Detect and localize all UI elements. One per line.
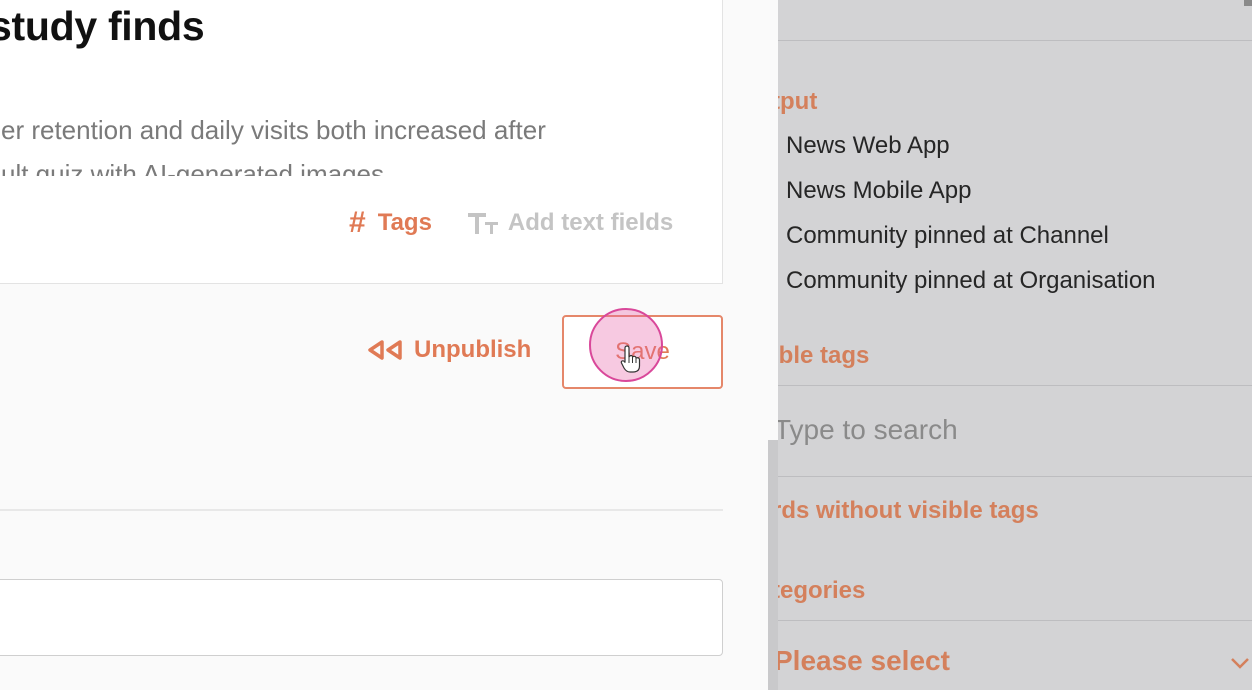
- sidebar-divider: [778, 385, 1252, 386]
- tags-button[interactable]: # Tags: [349, 206, 432, 240]
- visible-tags-heading: ible tags: [778, 342, 870, 369]
- save-button[interactable]: Save: [562, 315, 723, 389]
- article-card: study finds er retention and daily visit…: [0, 0, 723, 284]
- add-text-fields-label: Add text fields: [507, 209, 674, 236]
- rewind-icon: [368, 340, 402, 360]
- sidebar-divider: [778, 620, 1252, 621]
- text-input-field[interactable]: [0, 579, 723, 656]
- hash-icon: #: [349, 206, 366, 239]
- sidebar-divider: [778, 476, 1252, 477]
- output-item-news-web-app[interactable]: News Web App: [786, 132, 950, 160]
- tags-label: Tags: [377, 209, 432, 236]
- output-item-community-organisation[interactable]: Community pinned at Organisation: [786, 267, 1156, 295]
- chevron-down-icon[interactable]: [1230, 657, 1250, 669]
- sidebar-scrollbar[interactable]: [768, 440, 778, 690]
- settings-sidebar: tput News Web App News Mobile App Commun…: [778, 0, 1252, 690]
- lead-line: er retention and daily visits both incre…: [1, 115, 546, 145]
- editor-area: study finds er retention and daily visit…: [0, 0, 778, 690]
- lead-line: ult quiz with AI-generated images: [1, 159, 384, 176]
- output-heading: tput: [778, 88, 818, 115]
- sidebar-divider: [778, 40, 1252, 41]
- unpublish-label: Unpublish: [414, 336, 532, 363]
- unpublish-button[interactable]: Unpublish: [366, 336, 531, 364]
- article-lead[interactable]: er retention and daily visits both incre…: [1, 108, 701, 176]
- window-corner: [1244, 0, 1252, 6]
- card-actions: # Tags Add text fields: [349, 206, 673, 240]
- add-text-fields-button[interactable]: Add text fields: [466, 209, 673, 237]
- output-item-community-channel[interactable]: Community pinned at Channel: [786, 222, 1109, 250]
- text-fields-icon: [466, 210, 500, 236]
- article-title[interactable]: study finds: [0, 3, 205, 50]
- category-select[interactable]: Please select: [778, 645, 950, 677]
- section-divider: [0, 509, 723, 511]
- output-item-news-mobile-app[interactable]: News Mobile App: [786, 177, 971, 205]
- tag-search-input[interactable]: Type to search: [778, 414, 958, 446]
- without-visible-tags-toggle[interactable]: rds without visible tags: [778, 497, 1039, 525]
- categories-heading: tegories: [778, 577, 866, 604]
